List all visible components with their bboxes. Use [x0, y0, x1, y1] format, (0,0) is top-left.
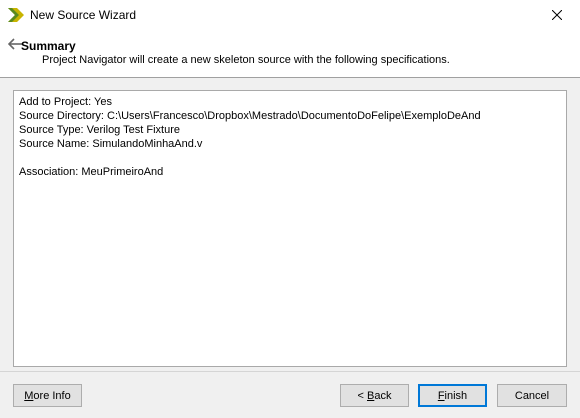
summary-line-source-directory: Source Directory: C:\Users\Francesco\Dro…	[19, 110, 481, 122]
back-mnemonic: B	[367, 389, 375, 402]
window-title: New Source Wizard	[30, 8, 137, 22]
summary-line-source-type: Source Type: Verilog Test Fixture	[19, 124, 181, 136]
summary-line-source-name: Source Name: SimulandoMinhaAnd.v	[19, 138, 203, 150]
close-button[interactable]	[534, 0, 580, 30]
more-info-label: ore Info	[33, 389, 71, 402]
cancel-button[interactable]: Cancel	[497, 384, 567, 407]
more-info-button[interactable]: More Info	[13, 384, 82, 407]
title-bar: New Source Wizard	[0, 0, 580, 30]
summary-blank-line	[19, 151, 561, 165]
footer-divider	[0, 371, 580, 372]
cancel-label: Cancel	[514, 389, 550, 402]
wizard-header: Summary Project Navigator will create a …	[0, 30, 580, 78]
finish-mnemonic: F	[437, 389, 445, 402]
summary-line-add-to-project: Add to Project: Yes	[19, 96, 112, 108]
page-description: Project Navigator will create a new skel…	[42, 54, 450, 66]
summary-text-area[interactable]: Add to Project: Yes Source Directory: C:…	[13, 90, 567, 367]
finish-button[interactable]: Finish	[418, 384, 487, 407]
xilinx-chevron-icon	[8, 8, 24, 22]
back-button[interactable]: < Back	[340, 384, 409, 407]
summary-line-association: Association: MeuPrimeiroAnd	[19, 166, 164, 178]
close-icon	[552, 10, 562, 20]
back-label: ack	[374, 389, 392, 402]
back-arrow-icon	[8, 38, 22, 50]
page-title: Summary	[21, 39, 76, 53]
finish-label: inish	[444, 389, 468, 402]
more-info-mnemonic: M	[24, 389, 34, 402]
back-prefix: <	[357, 389, 367, 402]
